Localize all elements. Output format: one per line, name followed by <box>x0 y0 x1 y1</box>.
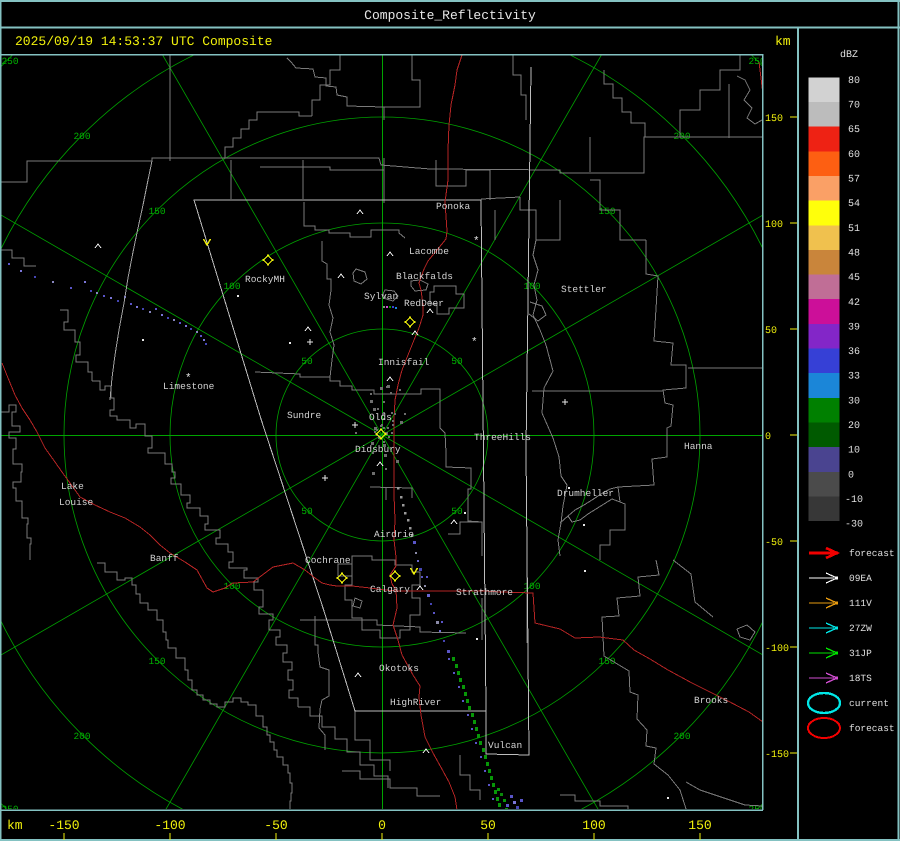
svg-text:150: 150 <box>148 206 165 217</box>
svg-text:-150: -150 <box>48 818 79 833</box>
svg-text:50: 50 <box>301 506 313 517</box>
svg-text:-30: -30 <box>845 520 863 531</box>
svg-text:*: * <box>185 373 192 385</box>
svg-text:09EA: 09EA <box>849 573 872 584</box>
svg-text:200: 200 <box>673 731 690 742</box>
svg-text:Blackfalds: Blackfalds <box>396 271 453 282</box>
svg-text:2025/09/19 14:53:37 UTC Compos: 2025/09/19 14:53:37 UTC Composite <box>15 34 272 49</box>
svg-text:-150: -150 <box>765 750 789 761</box>
svg-text:Sundre: Sundre <box>287 410 322 421</box>
svg-text:Stettler: Stettler <box>561 284 607 295</box>
svg-text:36: 36 <box>848 347 860 358</box>
svg-text:31JP: 31JP <box>849 648 872 659</box>
svg-text:-50: -50 <box>264 818 287 833</box>
svg-text:250: 250 <box>1 56 18 67</box>
svg-text:*: * <box>473 236 480 248</box>
svg-text:Louise: Louise <box>59 497 94 508</box>
svg-text:ThreeHills: ThreeHills <box>474 432 531 443</box>
svg-text:150: 150 <box>598 206 615 217</box>
svg-text:27ZW: 27ZW <box>849 623 872 634</box>
svg-text:150: 150 <box>148 656 165 667</box>
svg-text:80: 80 <box>848 76 860 87</box>
svg-text:54: 54 <box>848 199 860 210</box>
svg-text:RedDeer: RedDeer <box>404 298 444 309</box>
svg-text:Cochrane: Cochrane <box>305 555 351 566</box>
svg-text:100: 100 <box>765 220 783 231</box>
svg-text:150: 150 <box>765 114 783 125</box>
svg-text:Banff: Banff <box>150 553 179 564</box>
svg-text:10: 10 <box>848 446 860 457</box>
svg-text:111V: 111V <box>849 598 872 609</box>
svg-text:km: km <box>7 818 23 833</box>
svg-text:42: 42 <box>848 298 860 309</box>
svg-text:65: 65 <box>848 125 860 136</box>
svg-text:forecast: forecast <box>849 723 895 734</box>
svg-text:200: 200 <box>73 731 90 742</box>
svg-text:150: 150 <box>688 818 711 833</box>
svg-text:Brooks: Brooks <box>694 695 728 706</box>
svg-text:Didsbury: Didsbury <box>355 444 401 455</box>
svg-text:51: 51 <box>848 224 860 235</box>
svg-text:100: 100 <box>523 281 540 292</box>
svg-text:Lake: Lake <box>61 481 84 492</box>
svg-text:-100: -100 <box>765 644 789 655</box>
svg-text:50: 50 <box>765 326 777 337</box>
svg-text:HighRiver: HighRiver <box>390 697 441 708</box>
svg-text:dBZ: dBZ <box>840 49 858 61</box>
svg-text:RockyMH: RockyMH <box>245 274 285 285</box>
svg-text:forecast: forecast <box>849 548 895 559</box>
svg-text:100: 100 <box>223 281 240 292</box>
svg-text:-10: -10 <box>845 495 863 506</box>
svg-text:-50: -50 <box>765 538 783 549</box>
svg-text:Olds: Olds <box>369 412 392 423</box>
svg-text:30: 30 <box>848 396 860 407</box>
svg-text:0: 0 <box>378 818 386 833</box>
svg-text:Innisfail: Innisfail <box>378 357 430 368</box>
svg-text:60: 60 <box>848 150 860 161</box>
svg-text:Okotoks: Okotoks <box>379 663 419 674</box>
svg-text:Airdrie: Airdrie <box>374 529 414 540</box>
svg-text:Drumheller: Drumheller <box>557 488 614 499</box>
svg-text:50: 50 <box>480 818 496 833</box>
svg-text:33: 33 <box>848 372 860 383</box>
svg-text:Strathmore: Strathmore <box>456 587 513 598</box>
svg-text:100: 100 <box>523 581 540 592</box>
svg-text:current: current <box>849 698 889 709</box>
svg-text:-100: -100 <box>154 818 185 833</box>
svg-text:Vulcan: Vulcan <box>488 740 522 751</box>
svg-text:200: 200 <box>73 131 90 142</box>
svg-text:39: 39 <box>848 322 860 333</box>
svg-text:*: * <box>471 337 478 349</box>
svg-text:km: km <box>775 34 791 49</box>
svg-text:70: 70 <box>848 101 860 112</box>
svg-text:50: 50 <box>451 506 463 517</box>
svg-text:Ponoka: Ponoka <box>436 201 471 212</box>
svg-text:0: 0 <box>848 470 854 481</box>
svg-text:Calgary: Calgary <box>370 584 410 595</box>
svg-text:0: 0 <box>765 432 771 443</box>
svg-text:50: 50 <box>301 356 313 367</box>
svg-text:50: 50 <box>451 356 463 367</box>
svg-text:100: 100 <box>582 818 605 833</box>
svg-text:Composite_Reflectivity: Composite_Reflectivity <box>364 8 536 23</box>
svg-text:18TS: 18TS <box>849 673 872 684</box>
svg-text:20: 20 <box>848 421 860 432</box>
svg-text:57: 57 <box>848 175 860 186</box>
svg-text:Sylvan: Sylvan <box>364 291 398 302</box>
svg-text:45: 45 <box>848 273 860 284</box>
svg-text:48: 48 <box>848 248 860 259</box>
svg-text:Lacombe: Lacombe <box>409 246 449 257</box>
svg-text:Hanna: Hanna <box>684 441 713 452</box>
